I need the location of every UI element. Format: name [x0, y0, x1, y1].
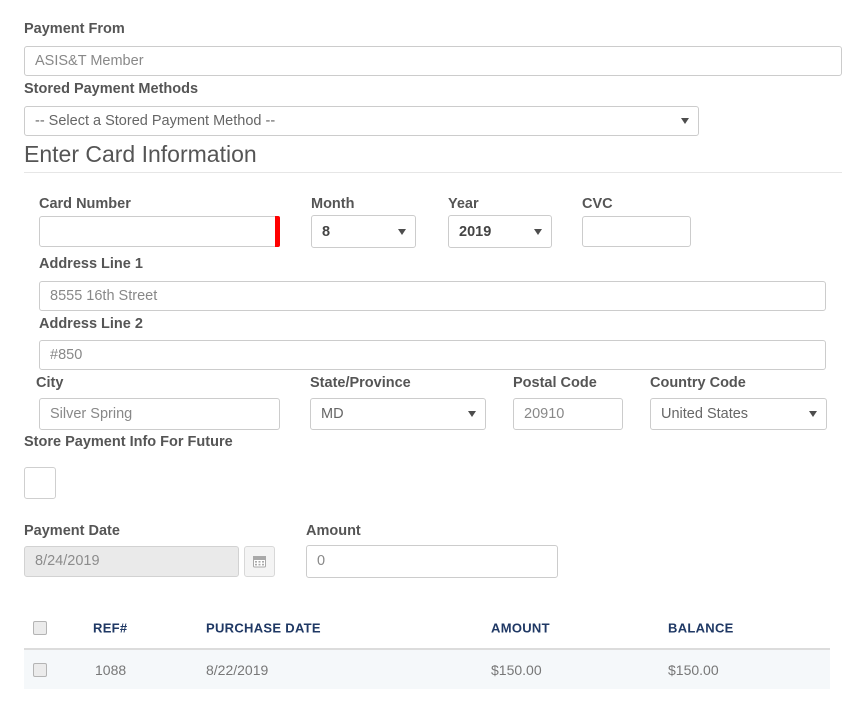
expiry-month-select[interactable]: 8 — [311, 215, 416, 248]
month-label: Month — [311, 196, 355, 212]
amount-input[interactable]: 0 — [306, 545, 558, 578]
state-select[interactable]: MD — [310, 398, 486, 430]
payment-date-label: Payment Date — [24, 523, 120, 539]
payment-date-input[interactable]: 8/24/2019 — [24, 546, 239, 577]
section-divider — [24, 172, 842, 173]
cell-balance: $150.00 — [668, 661, 719, 678]
amount-label: Amount — [306, 523, 361, 539]
column-header-ref[interactable]: REF# — [93, 621, 127, 636]
card-information-heading: Enter Card Information — [24, 141, 257, 167]
cell-ref: 1088 — [95, 661, 127, 678]
chevron-down-icon — [681, 118, 689, 124]
cell-amount: $150.00 — [491, 661, 542, 678]
select-all-checkbox[interactable] — [33, 621, 47, 635]
invoices-table: REF# PURCHASE DATE AMOUNT BALANCE 1088 8… — [24, 608, 830, 689]
chevron-down-icon — [398, 228, 406, 235]
card-number-label: Card Number — [39, 196, 131, 212]
address-line-1-label: Address Line 1 — [39, 256, 143, 272]
state-label: State/Province — [310, 375, 411, 391]
column-header-balance[interactable]: BALANCE — [668, 621, 734, 636]
card-number-required-marker — [275, 216, 280, 247]
address-line-2-label: Address Line 2 — [39, 316, 143, 332]
country-code-value: United States — [661, 406, 749, 422]
country-code-select[interactable]: United States — [650, 398, 827, 430]
payment-from-label: Payment From — [24, 21, 125, 37]
expiry-year-value: 2019 — [459, 223, 492, 240]
city-label: City — [36, 375, 64, 391]
table-row[interactable]: 1088 8/22/2019 $150.00 $150.00 — [24, 650, 830, 689]
column-header-purchase-date[interactable]: PURCHASE DATE — [206, 621, 321, 636]
payment-from-input[interactable]: ASIS&T Member — [24, 46, 842, 76]
address-line-2-input[interactable]: #850 — [39, 340, 826, 370]
store-payment-info-label: Store Payment Info For Future — [24, 434, 233, 450]
cvc-label: CVC — [582, 196, 613, 212]
column-header-amount[interactable]: AMOUNT — [491, 621, 550, 636]
cell-purchase-date: 8/22/2019 — [206, 661, 269, 678]
expiry-year-select[interactable]: 2019 — [448, 215, 552, 248]
store-payment-info-checkbox[interactable] — [24, 467, 56, 499]
postal-code-input[interactable]: 20910 — [513, 398, 623, 430]
postal-code-label: Postal Code — [513, 375, 597, 391]
address-line-1-input[interactable]: 8555 16th Street — [39, 281, 826, 311]
calendar-icon — [253, 556, 266, 568]
state-value: MD — [321, 406, 344, 422]
chevron-down-icon — [468, 411, 476, 417]
payment-form-page: Payment From ASIS&T Member Stored Paymen… — [0, 0, 854, 712]
country-code-label: Country Code — [650, 375, 746, 391]
card-number-input[interactable] — [39, 216, 277, 247]
chevron-down-icon — [809, 411, 817, 417]
table-header-row: REF# PURCHASE DATE AMOUNT BALANCE — [24, 608, 830, 650]
calendar-picker-button[interactable] — [244, 546, 275, 577]
chevron-down-icon — [534, 228, 542, 235]
year-label: Year — [448, 196, 479, 212]
row-select-checkbox[interactable] — [33, 662, 47, 677]
city-input[interactable]: Silver Spring — [39, 398, 280, 430]
cvc-input[interactable] — [582, 216, 691, 247]
expiry-month-value: 8 — [322, 223, 331, 240]
stored-payment-methods-label: Stored Payment Methods — [24, 81, 199, 97]
stored-payment-methods-value: -- Select a Stored Payment Method -- — [35, 113, 276, 129]
stored-payment-methods-select[interactable]: -- Select a Stored Payment Method -- — [24, 106, 699, 136]
